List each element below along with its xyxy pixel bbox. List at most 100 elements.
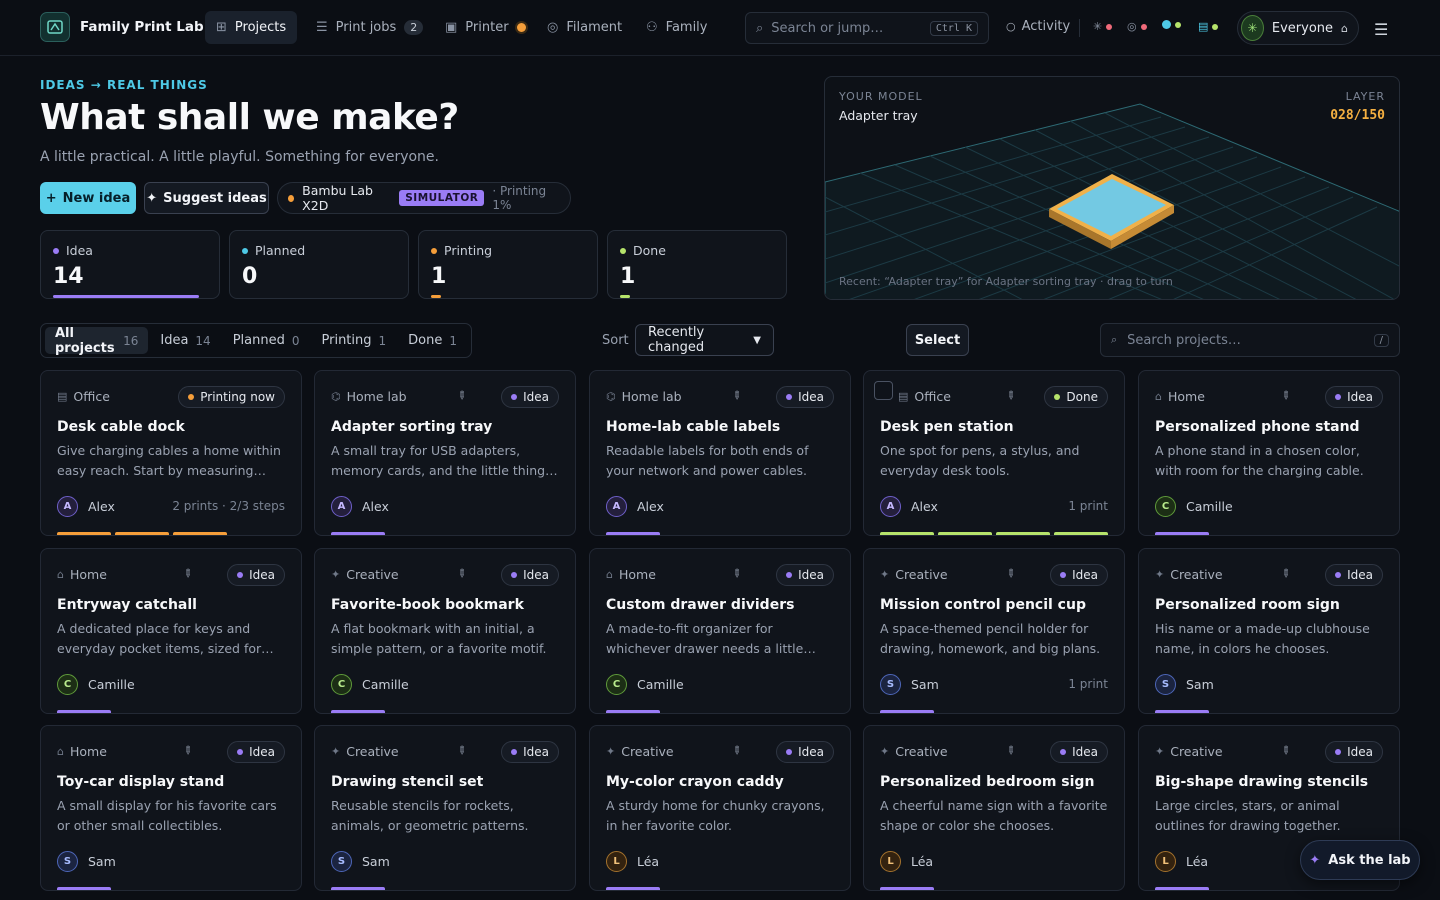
- pin-icon[interactable]: ✎: [1278, 388, 1294, 404]
- select-checkbox[interactable]: [874, 381, 893, 400]
- stat-planned[interactable]: Planned 0: [229, 230, 409, 299]
- card-category: ✦ Creative: [331, 744, 399, 759]
- status-badge: Idea: [1050, 741, 1108, 763]
- project-card[interactable]: ✦ Creative ✎ Idea Personalized room sign His …: [1138, 548, 1400, 714]
- progress-steps: [1155, 887, 1383, 890]
- project-card[interactable]: ⌬ Home lab ✎ Idea Adapter sorting tray A smal…: [314, 370, 576, 536]
- search-shortcut: Ctrl K: [929, 20, 978, 36]
- progress-steps: [880, 532, 1108, 535]
- pin-icon[interactable]: ✎: [1003, 388, 1019, 404]
- status-badge: Idea: [1325, 741, 1383, 763]
- pin-icon[interactable]: ✎: [1278, 566, 1294, 582]
- tab-count: 16: [123, 333, 139, 348]
- pin-icon[interactable]: ✎: [729, 388, 745, 404]
- pin-icon[interactable]: ✎: [1278, 743, 1294, 759]
- tab-count: 0: [291, 333, 300, 348]
- model-preview[interactable]: YOUR MODEL Adapter tray LAYER 028/150 Re…: [824, 76, 1400, 300]
- status-badge: Idea: [501, 564, 559, 586]
- project-card[interactable]: ✦ Creative ✎ Idea My-color crayon caddy A stu…: [589, 725, 851, 891]
- select-button[interactable]: Select: [906, 324, 969, 356]
- printer-status-pill[interactable]: Bambu Lab X2D SIMULATOR · Printing 1%: [277, 182, 571, 214]
- card-category: ✦ Creative: [606, 744, 674, 759]
- profile-label: Everyone: [1271, 20, 1334, 36]
- card-title: Toy-car display stand: [57, 774, 225, 790]
- tab-printing[interactable]: Printing 1: [312, 327, 397, 354]
- activity-button[interactable]: ○ Activity: [1006, 19, 1070, 34]
- sparkle-icon: ✦: [146, 190, 158, 206]
- sort-select[interactable]: Recently changed ▼: [635, 324, 774, 356]
- project-card[interactable]: ▤ Office ✎ Done Desk pen station One spot for…: [863, 370, 1125, 536]
- owner-name: Léa: [911, 854, 934, 869]
- pin-icon[interactable]: ✎: [1003, 566, 1019, 582]
- nav-projects[interactable]: ⊞ Projects: [205, 11, 298, 44]
- nav-print-jobs[interactable]: ☰ Print jobs 2: [305, 11, 434, 44]
- pin-icon[interactable]: ✎: [454, 388, 470, 404]
- stat-bar: [620, 295, 630, 298]
- progress-steps: [606, 532, 834, 535]
- new-idea-button[interactable]: + New idea: [40, 182, 136, 214]
- profile-switcher[interactable]: ✳ Everyone ⌂: [1237, 11, 1359, 45]
- progress-steps: [331, 532, 559, 535]
- project-search-input[interactable]: ⌕ Search projects… /: [1100, 323, 1400, 357]
- global-search-input[interactable]: ⌕ Search or jump… Ctrl K: [745, 12, 989, 44]
- project-card[interactable]: ✦ Creative ✎ Idea Personalized bedroom sign A…: [863, 725, 1125, 891]
- project-card[interactable]: ⌬ Home lab ✎ Idea Home-lab cable labels Reada…: [589, 370, 851, 536]
- category-label: Creative: [621, 744, 674, 759]
- avatar: A: [57, 496, 78, 517]
- pin-icon[interactable]: ✎: [454, 566, 470, 582]
- pin-icon[interactable]: ✎: [454, 743, 470, 759]
- avatar: A: [606, 496, 627, 517]
- filament-status-indicator[interactable]: ◎: [1127, 20, 1147, 33]
- stat-done[interactable]: Done 1: [607, 230, 787, 299]
- page-subtitle: A little practical. A little playful. So…: [40, 149, 439, 165]
- status-label: Idea: [1072, 568, 1098, 582]
- queue-status-indicator[interactable]: ▤: [1198, 20, 1219, 33]
- pin-icon[interactable]: ✎: [180, 566, 196, 582]
- connection-status-indicator[interactable]: [1162, 20, 1181, 29]
- category-label: Home: [1167, 389, 1205, 404]
- stat-label: Idea: [66, 243, 93, 258]
- nav-filament[interactable]: ◎ Filament: [536, 11, 633, 44]
- nav-family[interactable]: ⚇ Family: [635, 11, 719, 44]
- project-card[interactable]: ✦ Creative ✎ Idea Drawing stencil set Reusabl…: [314, 725, 576, 891]
- status-badge: Idea: [1325, 386, 1383, 408]
- category-icon: ✦: [880, 745, 890, 758]
- project-card[interactable]: ⌂ Home ✎ Idea Personalized phone stand A phon…: [1138, 370, 1400, 536]
- print-status-indicator[interactable]: ✳: [1093, 20, 1113, 33]
- category-label: Home lab: [346, 389, 407, 404]
- hamburger-menu-icon[interactable]: ☰: [1374, 20, 1388, 39]
- pin-icon[interactable]: ✎: [1003, 743, 1019, 759]
- stat-value: 0: [242, 264, 258, 289]
- status-badge: Idea: [501, 386, 559, 408]
- nav-printer[interactable]: ▣ Printer: [434, 11, 537, 44]
- suggest-ideas-button[interactable]: ✦ Suggest ideas: [144, 182, 269, 214]
- project-card[interactable]: ✦ Creative ✎ Idea Mission control pencil cup…: [863, 548, 1125, 714]
- project-card[interactable]: ⌂ Home ✎ Idea Custom drawer dividers A made-t…: [589, 548, 851, 714]
- pin-icon[interactable]: ✎: [729, 743, 745, 759]
- project-card[interactable]: ✦ Creative ✎ Idea Favorite-book bookmark A fl…: [314, 548, 576, 714]
- card-description: A flat bookmark with an initial, a simpl…: [331, 621, 547, 656]
- activity-label: Activity: [1021, 19, 1071, 34]
- status-label: Idea: [1347, 390, 1373, 404]
- app-logo-icon[interactable]: [40, 12, 70, 42]
- stat-printing[interactable]: Printing 1: [418, 230, 598, 299]
- plus-icon: +: [45, 190, 57, 206]
- app-title: Family Print Lab: [80, 19, 204, 35]
- card-owner: L Léa: [880, 851, 933, 872]
- progress-steps: [880, 887, 1108, 890]
- stat-idea[interactable]: Idea 14: [40, 230, 220, 299]
- ask-the-lab-button[interactable]: ✦ Ask the lab: [1300, 840, 1420, 880]
- status-label: Idea: [249, 745, 275, 759]
- tab-planned[interactable]: Planned 0: [223, 327, 310, 354]
- card-description: A dedicated place for keys and everyday …: [57, 621, 262, 656]
- tab-idea[interactable]: Idea 14: [150, 327, 220, 354]
- pin-icon[interactable]: ✎: [729, 566, 745, 582]
- project-card[interactable]: ⌂ Home ✎ Idea Entryway catchall A dedicated p…: [40, 548, 302, 714]
- pin-icon[interactable]: ✎: [180, 743, 196, 759]
- tab-all-projects[interactable]: All projects 16: [45, 326, 149, 356]
- tab-done[interactable]: Done 1: [398, 327, 467, 354]
- project-card[interactable]: ▤Office✎Printing nowDesk cable dockGive …: [40, 370, 302, 536]
- card-category: ✦ Creative: [1155, 744, 1223, 759]
- avatar: S: [1155, 674, 1176, 695]
- project-card[interactable]: ⌂ Home ✎ Idea Toy-car display stand A small d…: [40, 725, 302, 891]
